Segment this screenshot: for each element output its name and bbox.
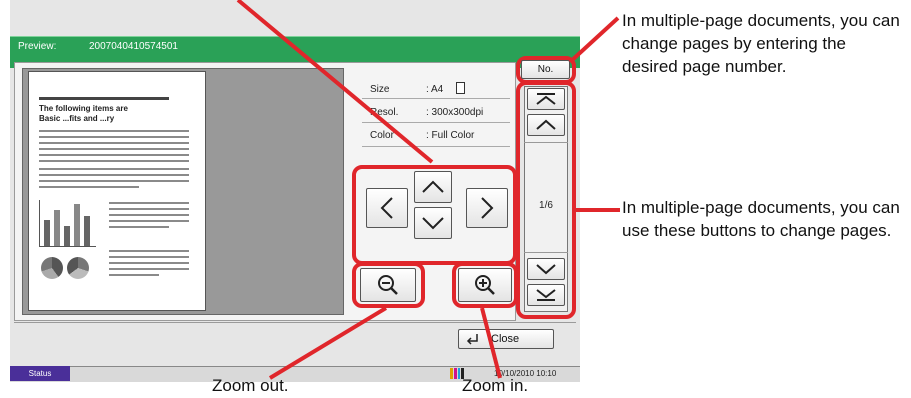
callout-page-number: In multiple-page documents, you can chan… xyxy=(622,11,900,76)
caption-zoom-out: Zoom out. xyxy=(212,376,289,395)
callout-page-buttons: In multiple-page documents, you can use … xyxy=(622,198,900,240)
caption-zoom-in: Zoom in. xyxy=(462,376,529,395)
